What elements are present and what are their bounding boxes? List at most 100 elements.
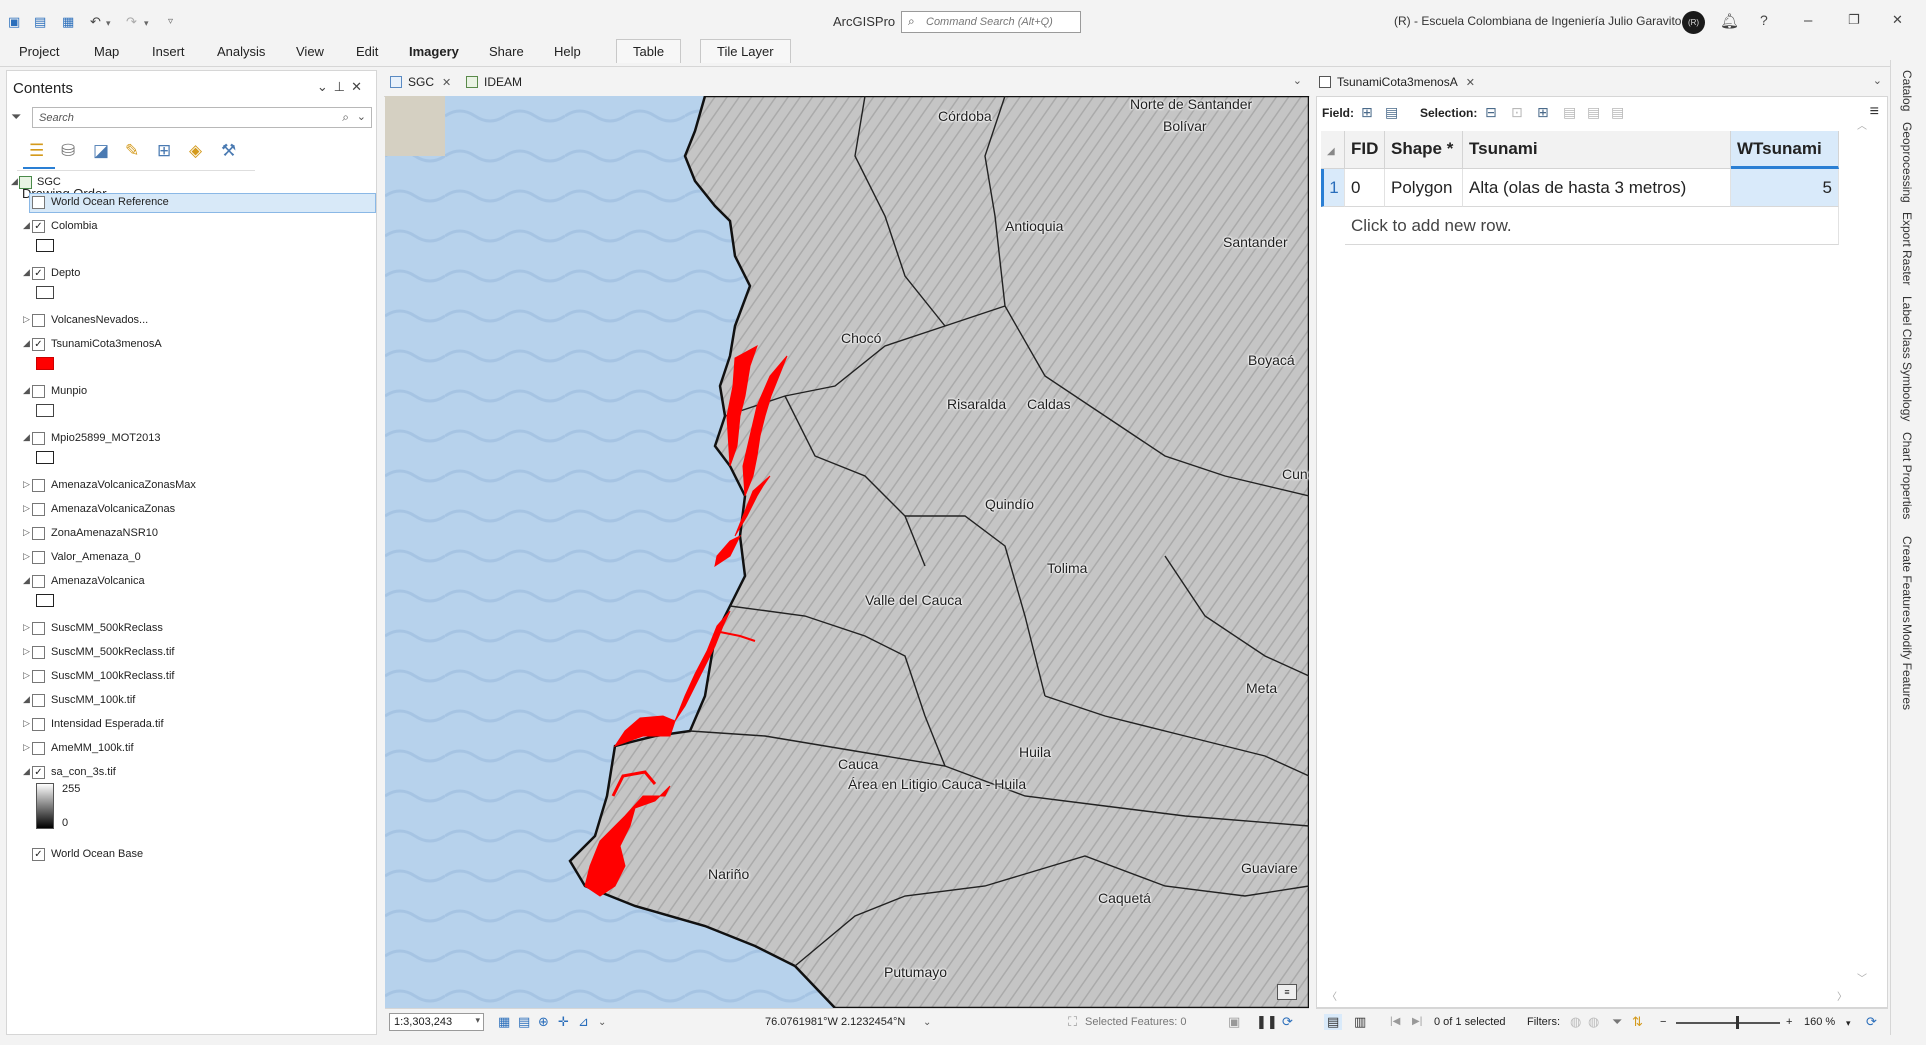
symbol-swatch[interactable] (36, 239, 54, 252)
tab-map-ideam[interactable]: IDEAM (466, 75, 522, 93)
close-button[interactable]: ✕ (1892, 12, 1903, 28)
undo-dropdown-icon[interactable]: ▾ (106, 18, 111, 29)
delete-selection-icon[interactable]: ▤ (1587, 104, 1600, 121)
chevron-down-icon[interactable]: ⌄ (598, 1017, 606, 1028)
zoom-in-icon[interactable]: + (1786, 1016, 1792, 1028)
column-header-wtsunami[interactable]: WTsunami (1731, 131, 1839, 169)
visibility-checkbox[interactable] (32, 196, 45, 209)
chevron-down-icon[interactable]: ▾ (1846, 1018, 1851, 1029)
zoom-slider[interactable] (1676, 1022, 1780, 1024)
list-by-editing-icon[interactable]: ✎ (125, 141, 139, 161)
tab-project[interactable]: Project (19, 44, 59, 59)
filter-definition-icon[interactable]: ◍ (1588, 1014, 1599, 1030)
chevron-down-icon[interactable]: ⌄ (1873, 74, 1882, 87)
chevron-down-icon[interactable]: ▾ (475, 1015, 480, 1026)
layer-row[interactable]: ▷ AmenazaVolcanicaZonasMax (7, 476, 376, 496)
rotation-icon[interactable]: ⊿ (578, 1014, 589, 1030)
zoom-to-selection-icon[interactable]: ⊡ (1511, 104, 1523, 121)
zoom-out-icon[interactable]: − (1660, 1016, 1666, 1028)
visibility-checkbox[interactable] (32, 503, 45, 516)
visibility-checkbox[interactable] (32, 575, 45, 588)
layer-row[interactable]: World Ocean Reference (7, 193, 376, 213)
tab-share[interactable]: Share (489, 44, 524, 59)
layer-row[interactable]: ◢ ✓ TsunamiCota3menosA (7, 335, 376, 355)
dock-item[interactable]: Chart Properties (1900, 432, 1914, 519)
layer-row[interactable]: ◢ ✓ Depto (7, 264, 376, 284)
layer-row[interactable]: ▷ SuscMM_500kReclass (7, 619, 376, 639)
visibility-checkbox[interactable]: ✓ (32, 766, 45, 779)
scroll-up-icon[interactable]: ︿ (1857, 117, 1867, 132)
symbol-swatch[interactable] (36, 286, 54, 299)
scroll-left-icon[interactable]: 〈 (1327, 988, 1337, 1003)
undo-icon[interactable]: ↶ (90, 14, 101, 30)
symbol-swatch[interactable] (36, 451, 54, 464)
refresh-icon[interactable]: ⟳ (1866, 1014, 1877, 1030)
copy-selection-icon[interactable]: ▤ (1611, 104, 1624, 121)
layer-row[interactable]: ▷ Valor_Amenaza_0 (7, 548, 376, 568)
cell-fid[interactable]: 0 (1345, 169, 1385, 207)
visibility-checkbox[interactable] (32, 742, 45, 755)
open-project-icon[interactable]: ▤ (34, 14, 46, 30)
tab-insert[interactable]: Insert (152, 44, 185, 59)
visibility-checkbox[interactable] (32, 646, 45, 659)
show-selected-records-icon[interactable]: ▥ (1354, 1014, 1366, 1030)
cell-tsunami[interactable]: Alta (olas de hasta 3 metros) (1463, 169, 1731, 207)
help-icon[interactable]: ? (1760, 12, 1768, 28)
tab-map[interactable]: Map (94, 44, 119, 59)
layer-row[interactable]: ✓ World Ocean Base (7, 845, 376, 865)
scale-input[interactable]: 1:3,303,243 ▾ (389, 1013, 484, 1031)
list-by-data-source-icon[interactable]: ⛁ (61, 141, 75, 161)
cell-wtsunami[interactable]: 5 (1731, 169, 1839, 207)
pane-controls[interactable]: ⌄⊥✕ (317, 79, 368, 95)
dock-item[interactable]: Export Raster (1900, 212, 1914, 285)
column-header-tsunami[interactable]: Tsunami (1463, 131, 1731, 169)
layer-row[interactable]: ◢ Mpio25899_MOT2013 (7, 429, 376, 449)
minimize-button[interactable]: – (1804, 12, 1812, 29)
tab-view[interactable]: View (296, 44, 324, 59)
list-by-snapping-icon[interactable]: ⊞ (157, 141, 171, 161)
tab-tsunami-table[interactable]: TsunamiCota3menosA ✕ (1319, 75, 1475, 93)
save-project-icon[interactable]: ▦ (62, 14, 74, 30)
chevron-down-icon[interactable]: ⌄ (923, 1017, 931, 1028)
filter-extent-icon[interactable]: ◍ (1570, 1014, 1581, 1030)
attribution-icon[interactable]: ≡ (1277, 984, 1297, 1000)
visibility-checkbox[interactable] (32, 622, 45, 635)
cell-shape[interactable]: Polygon (1385, 169, 1463, 207)
symbol-swatch[interactable] (36, 404, 54, 417)
layer-row[interactable]: ◢ ✓ sa_con_3s.tif (7, 763, 376, 783)
navigation-icon[interactable]: ✛ (558, 1014, 569, 1030)
visibility-checkbox[interactable] (32, 718, 45, 731)
visibility-checkbox[interactable]: ✓ (32, 220, 45, 233)
tab-table[interactable]: Table (616, 39, 682, 63)
column-header-fid[interactable]: FID (1345, 131, 1385, 169)
visibility-checkbox[interactable] (32, 527, 45, 540)
zoom-slider-thumb[interactable] (1736, 1016, 1739, 1029)
redo-icon[interactable]: ↷ (126, 14, 137, 30)
scroll-right-icon[interactable]: 〉 (1837, 988, 1847, 1003)
row-number[interactable]: 1 (1321, 169, 1345, 207)
layer-row[interactable]: ◢ ✓ Colombia (7, 217, 376, 237)
add-field-icon[interactable]: ⊞ (1361, 104, 1373, 121)
dock-item[interactable]: Catalog (1900, 70, 1914, 111)
scroll-down-icon[interactable]: ﹀ (1857, 970, 1867, 985)
tab-edit[interactable]: Edit (356, 44, 378, 59)
close-icon[interactable]: ✕ (442, 77, 451, 89)
add-new-row[interactable]: Click to add new row. (1345, 207, 1839, 245)
layer-row[interactable]: ▷ AmenazaVolcanicaZonas (7, 500, 376, 520)
list-by-labeling-icon[interactable]: ◈ (189, 141, 202, 161)
dock-item[interactable]: Symbology (1900, 362, 1914, 421)
zoom-level[interactable]: 160 % (1804, 1016, 1835, 1028)
layer-row[interactable]: ◢ Munpio (7, 382, 376, 402)
visibility-checkbox[interactable] (32, 479, 45, 492)
dock-item[interactable]: Create Features (1900, 536, 1914, 623)
chevron-down-icon[interactable]: ⌄ (1293, 74, 1302, 87)
dock-item[interactable]: Label Class (1900, 296, 1914, 359)
color-ramp[interactable] (36, 783, 54, 829)
tab-help[interactable]: Help (554, 44, 581, 59)
visibility-checkbox[interactable]: ✓ (32, 848, 45, 861)
visibility-checkbox[interactable] (32, 314, 45, 327)
layer-row[interactable]: ▷ ZonaAmenazaNSR10 (7, 524, 376, 544)
list-by-selection-icon[interactable]: ◪ (93, 141, 109, 161)
snapping-icon[interactable]: ⊕ (538, 1014, 549, 1030)
show-all-records-icon[interactable]: ▤ (1324, 1014, 1343, 1030)
